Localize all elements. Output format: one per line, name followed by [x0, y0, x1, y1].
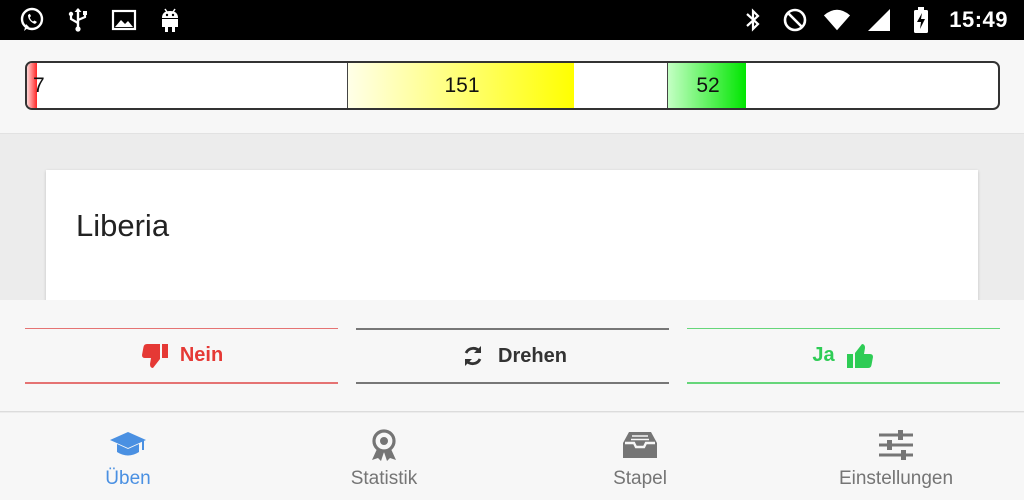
nav-item-statistik[interactable]: Statistik: [256, 413, 512, 500]
nein-button[interactable]: Nein: [25, 328, 338, 384]
progress-count-red: 7: [33, 74, 45, 97]
answer-bar: Nein Drehen Ja: [0, 300, 1024, 412]
flashcard-text: Liberia: [76, 208, 170, 243]
signal-icon: [865, 6, 893, 34]
nav-item-stapel[interactable]: Stapel: [512, 413, 768, 500]
progress-count-yellow: 151: [444, 74, 480, 97]
nav-item-einstellungen[interactable]: Einstellungen: [768, 413, 1024, 500]
thumbs-down-icon: [140, 341, 170, 371]
battery-charging-icon: [907, 6, 935, 34]
nav-item-ueben[interactable]: Üben: [0, 413, 256, 500]
drehen-button[interactable]: Drehen: [356, 328, 669, 384]
status-bar: 15:49: [0, 0, 1024, 40]
bluetooth-icon: [739, 6, 767, 34]
nav-label-ueben: Üben: [105, 468, 151, 489]
status-time: 15:49: [949, 7, 1008, 32]
ja-label: Ja: [812, 344, 835, 366]
whatsapp-icon: [18, 6, 46, 34]
progress-segment-yellow: 151: [347, 63, 667, 108]
nein-label: Nein: [179, 344, 224, 366]
android-icon: [156, 6, 184, 34]
ja-button[interactable]: Ja: [687, 328, 1000, 384]
sliders-icon: [876, 427, 916, 463]
graduation-cap-icon: [108, 427, 148, 463]
progress-segment-red: 7: [27, 63, 347, 108]
image-icon: [110, 6, 138, 34]
do-not-disturb-icon: [781, 6, 809, 34]
bottom-navigation: Üben Statistik Stapel Einstellungen: [0, 413, 1024, 500]
thumbs-up-icon: [845, 341, 875, 371]
wifi-icon: [823, 6, 851, 34]
progress-segment-green: 52: [667, 63, 987, 108]
usb-icon: [64, 6, 92, 34]
flashcard[interactable]: Liberia: [46, 170, 978, 305]
inbox-tray-icon: [620, 427, 660, 463]
status-bar-notifications: [18, 6, 184, 34]
sync-icon: [458, 341, 488, 371]
nav-label-einstellungen: Einstellungen: [838, 468, 954, 489]
status-bar-system: 15:49: [739, 6, 1008, 34]
progress-bar: 7 151 52: [25, 61, 1000, 110]
progress-area: 7 151 52: [0, 40, 1024, 134]
nav-label-stapel: Stapel: [613, 468, 667, 489]
award-icon: [364, 427, 404, 463]
nav-label-statistik: Statistik: [350, 468, 418, 489]
drehen-label: Drehen: [498, 344, 567, 367]
progress-count-green: 52: [696, 74, 720, 97]
